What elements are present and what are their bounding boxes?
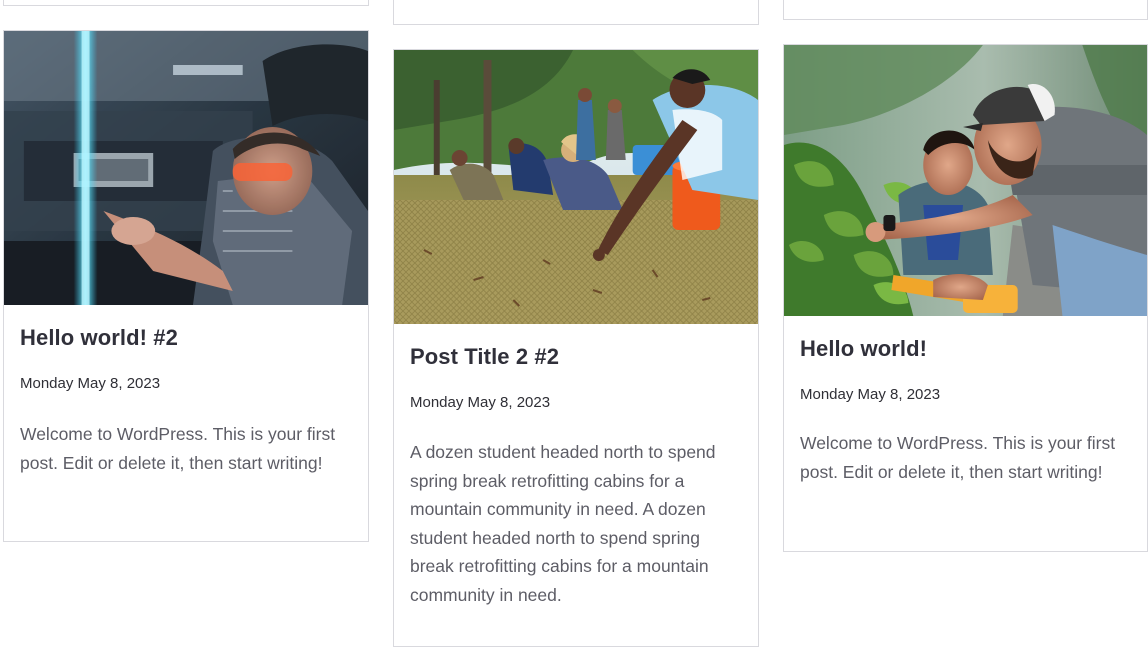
previous-post-card-edge: [783, 0, 1148, 20]
laser-lab-photo[interactable]: [4, 31, 368, 305]
plant-measurement-photo[interactable]: [784, 45, 1147, 316]
featured-image: [784, 45, 1147, 316]
post-date: Monday May 8, 2023: [800, 386, 941, 403]
post-title-link[interactable]: Hello world!: [800, 334, 1131, 364]
post-title-link[interactable]: Hello world! #2: [20, 323, 352, 353]
featured-image: [394, 50, 758, 324]
post-excerpt: Welcome to WordPress. This is your first…: [20, 424, 336, 473]
post-excerpt: A dozen student headed north to spend sp…: [410, 442, 716, 605]
previous-post-card-edge: [393, 0, 759, 25]
previous-post-card-edge: [3, 0, 369, 6]
post-date: Monday May 8, 2023: [20, 375, 161, 392]
post-date: Monday May 8, 2023: [410, 394, 551, 411]
post-card[interactable]: Hello world! Monday May 8, 2023 Welcome …: [783, 44, 1148, 552]
post-excerpt: Welcome to WordPress. This is your first…: [800, 433, 1116, 482]
post-card[interactable]: Post Title 2 #2 Monday May 8, 2023 A doz…: [393, 49, 759, 647]
post-title-link[interactable]: Post Title 2 #2: [410, 342, 742, 372]
field-work-photo[interactable]: [394, 50, 758, 324]
post-card[interactable]: Hello world! #2 Monday May 8, 2023 Welco…: [3, 30, 369, 542]
featured-image: [4, 31, 368, 305]
